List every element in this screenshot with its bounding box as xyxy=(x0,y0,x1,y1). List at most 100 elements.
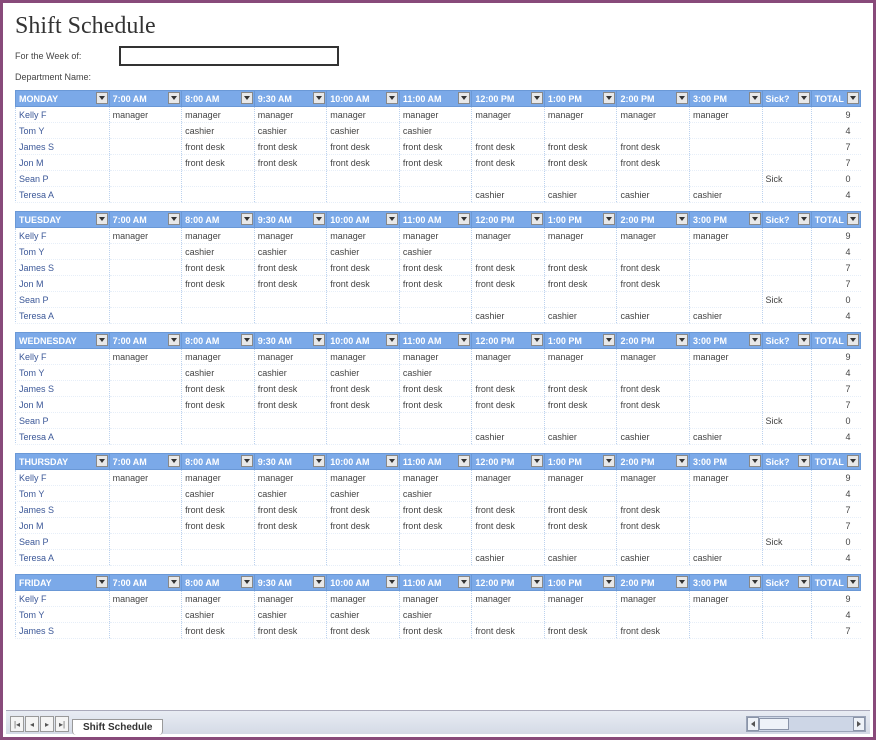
filter-dropdown-icon[interactable] xyxy=(458,455,470,467)
shift-cell[interactable]: front desk xyxy=(327,260,400,276)
shift-cell[interactable]: cashier xyxy=(327,607,400,623)
shift-cell[interactable] xyxy=(472,171,545,187)
shift-cell[interactable] xyxy=(182,550,255,566)
filter-dropdown-icon[interactable] xyxy=(847,576,859,588)
shift-cell[interactable]: manager xyxy=(690,591,763,607)
shift-cell[interactable] xyxy=(617,486,690,502)
filter-dropdown-icon[interactable] xyxy=(676,213,688,225)
filter-dropdown-icon[interactable] xyxy=(168,576,180,588)
filter-dropdown-icon[interactable] xyxy=(241,334,253,346)
day-header[interactable]: THURSDAY xyxy=(16,454,110,470)
shift-cell[interactable] xyxy=(109,397,182,413)
shift-cell[interactable]: front desk xyxy=(327,139,400,155)
shift-cell[interactable] xyxy=(690,123,763,139)
shift-cell[interactable] xyxy=(690,534,763,550)
filter-dropdown-icon[interactable] xyxy=(168,334,180,346)
shift-cell[interactable] xyxy=(544,123,617,139)
time-header[interactable]: 12:00 PM xyxy=(472,575,545,591)
employee-name[interactable]: James S xyxy=(16,502,110,518)
filter-dropdown-icon[interactable] xyxy=(847,455,859,467)
filter-dropdown-icon[interactable] xyxy=(676,455,688,467)
shift-cell[interactable] xyxy=(109,308,182,324)
time-header[interactable]: 2:00 PM xyxy=(617,91,690,107)
shift-cell[interactable]: front desk xyxy=(617,381,690,397)
scroll-right-button[interactable] xyxy=(853,717,865,731)
shift-cell[interactable] xyxy=(399,187,472,203)
shift-cell[interactable] xyxy=(327,187,400,203)
shift-cell[interactable]: cashier xyxy=(327,486,400,502)
shift-cell[interactable]: manager xyxy=(109,107,182,123)
shift-cell[interactable]: manager xyxy=(109,591,182,607)
shift-cell[interactable]: manager xyxy=(254,591,327,607)
shift-cell[interactable]: front desk xyxy=(182,139,255,155)
shift-cell[interactable] xyxy=(690,607,763,623)
employee-name[interactable]: Sean P xyxy=(16,171,110,187)
time-header[interactable]: 8:00 AM xyxy=(182,575,255,591)
shift-cell[interactable]: manager xyxy=(544,107,617,123)
shift-cell[interactable]: front desk xyxy=(399,397,472,413)
sick-cell[interactable] xyxy=(762,349,811,365)
shift-cell[interactable]: manager xyxy=(254,470,327,486)
employee-name[interactable]: Kelly F xyxy=(16,349,110,365)
shift-cell[interactable] xyxy=(399,292,472,308)
filter-dropdown-icon[interactable] xyxy=(96,334,108,346)
sheet-tab-active[interactable]: Shift Schedule xyxy=(72,719,163,735)
shift-cell[interactable]: front desk xyxy=(399,518,472,534)
shift-cell[interactable] xyxy=(109,502,182,518)
shift-cell[interactable] xyxy=(327,550,400,566)
sick-cell[interactable] xyxy=(762,502,811,518)
shift-cell[interactable]: front desk xyxy=(544,518,617,534)
employee-name[interactable]: James S xyxy=(16,139,110,155)
shift-cell[interactable]: cashier xyxy=(472,308,545,324)
shift-cell[interactable]: cashier xyxy=(690,429,763,445)
shift-cell[interactable]: front desk xyxy=(182,502,255,518)
shift-cell[interactable] xyxy=(472,123,545,139)
shift-cell[interactable] xyxy=(109,623,182,639)
shift-cell[interactable]: front desk xyxy=(472,155,545,171)
shift-cell[interactable] xyxy=(690,171,763,187)
filter-dropdown-icon[interactable] xyxy=(798,92,810,104)
employee-name[interactable]: Sean P xyxy=(16,292,110,308)
shift-cell[interactable]: front desk xyxy=(254,381,327,397)
filter-dropdown-icon[interactable] xyxy=(458,92,470,104)
filter-dropdown-icon[interactable] xyxy=(603,576,615,588)
shift-cell[interactable]: front desk xyxy=(327,397,400,413)
shift-cell[interactable]: cashier xyxy=(327,123,400,139)
total-cell[interactable]: 9 xyxy=(811,470,860,486)
shift-cell[interactable]: manager xyxy=(544,349,617,365)
shift-cell[interactable]: front desk xyxy=(472,502,545,518)
time-header[interactable]: 1:00 PM xyxy=(544,212,617,228)
filter-dropdown-icon[interactable] xyxy=(386,334,398,346)
total-cell[interactable]: 4 xyxy=(811,607,860,623)
filter-dropdown-icon[interactable] xyxy=(386,92,398,104)
scroll-thumb[interactable] xyxy=(759,718,789,730)
filter-dropdown-icon[interactable] xyxy=(313,576,325,588)
shift-cell[interactable]: manager xyxy=(399,349,472,365)
time-header[interactable]: 8:00 AM xyxy=(182,454,255,470)
shift-cell[interactable]: manager xyxy=(182,470,255,486)
shift-cell[interactable]: front desk xyxy=(472,518,545,534)
total-header[interactable]: TOTAL xyxy=(811,91,860,107)
sick-cell[interactable] xyxy=(762,550,811,566)
filter-dropdown-icon[interactable] xyxy=(96,455,108,467)
shift-cell[interactable]: cashier xyxy=(327,244,400,260)
filter-dropdown-icon[interactable] xyxy=(798,576,810,588)
sick-cell[interactable] xyxy=(762,607,811,623)
time-header[interactable]: 10:00 AM xyxy=(327,212,400,228)
shift-cell[interactable]: cashier xyxy=(399,486,472,502)
shift-cell[interactable] xyxy=(399,413,472,429)
shift-cell[interactable]: front desk xyxy=(182,623,255,639)
sick-header[interactable]: Sick? xyxy=(762,212,811,228)
total-cell[interactable]: 4 xyxy=(811,429,860,445)
shift-cell[interactable]: cashier xyxy=(182,365,255,381)
shift-cell[interactable]: manager xyxy=(690,470,763,486)
shift-cell[interactable] xyxy=(109,518,182,534)
employee-name[interactable]: James S xyxy=(16,623,110,639)
shift-cell[interactable]: front desk xyxy=(399,381,472,397)
shift-cell[interactable]: cashier xyxy=(399,123,472,139)
shift-cell[interactable] xyxy=(472,534,545,550)
shift-cell[interactable]: front desk xyxy=(617,155,690,171)
shift-cell[interactable] xyxy=(327,292,400,308)
total-cell[interactable]: 7 xyxy=(811,623,860,639)
shift-cell[interactable] xyxy=(109,123,182,139)
